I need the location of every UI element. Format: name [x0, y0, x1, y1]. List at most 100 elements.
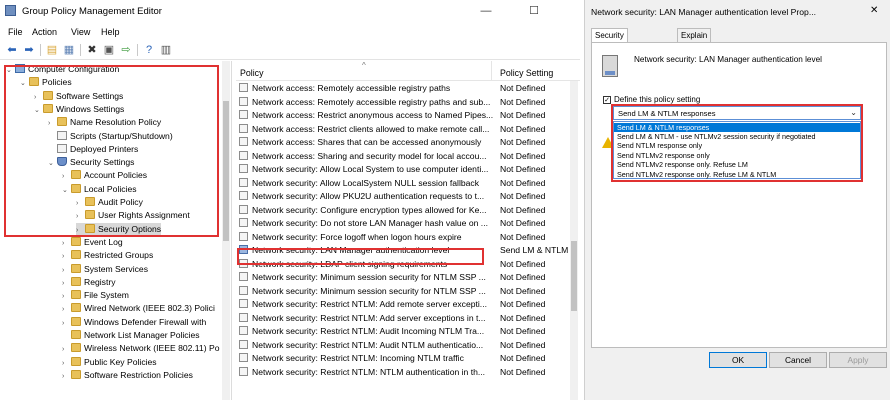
- chevron-right-icon[interactable]: ›: [62, 264, 71, 277]
- table-row[interactable]: Network security: Do not store LAN Manag…: [236, 217, 568, 231]
- minimize-button[interactable]: —: [468, 2, 504, 20]
- table-row[interactable]: Network security: Restrict NTLM: Add rem…: [236, 298, 568, 312]
- table-row[interactable]: Network security: Restrict NTLM: Incomin…: [236, 352, 568, 366]
- ok-button[interactable]: OK: [709, 352, 767, 368]
- table-row[interactable]: Network security: Minimum session securi…: [236, 271, 568, 285]
- tree-item-label: File System: [84, 290, 129, 301]
- tree-scrollbar[interactable]: [222, 61, 230, 400]
- tree-item[interactable]: › Restricted Groups: [62, 249, 153, 262]
- folder-icon: [71, 263, 81, 273]
- apply-button[interactable]: Apply: [829, 352, 887, 368]
- tree-item[interactable]: › Registry: [62, 276, 116, 289]
- chevron-right-icon[interactable]: ›: [62, 317, 71, 330]
- show-hide-tree-icon[interactable]: ▦: [62, 43, 76, 57]
- table-row[interactable]: Network access: Remotely accessible regi…: [236, 82, 568, 96]
- policy-icon: [239, 123, 248, 133]
- table-row[interactable]: Network access: Restrict clients allowed…: [236, 123, 568, 137]
- up-folder-icon[interactable]: ▤: [45, 43, 59, 57]
- tree-item[interactable]: › Wired Network (IEEE 802.3) Polici: [62, 302, 215, 315]
- tree-scrollbar-thumb[interactable]: [223, 101, 229, 241]
- tree-item[interactable]: › System Services: [62, 263, 148, 276]
- table-row[interactable]: Network security: Restrict NTLM: Audit I…: [236, 325, 568, 339]
- tree-item[interactable]: › Windows Defender Firewall with: [62, 316, 206, 329]
- folder-icon: [71, 356, 81, 366]
- chevron-right-icon[interactable]: ›: [62, 370, 71, 383]
- menu-help[interactable]: Help: [101, 27, 120, 37]
- dialog-close-button[interactable]: ✕: [870, 5, 878, 16]
- policy-cell: Network security: Restrict NTLM: Audit N…: [239, 339, 495, 353]
- policy-cell: Network security: Restrict NTLM: Add rem…: [239, 298, 495, 312]
- chevron-right-icon[interactable]: ›: [62, 303, 71, 316]
- toolbar-separator: [40, 44, 41, 56]
- policy-name: Network security: Minimum session securi…: [252, 272, 486, 282]
- policy-name: Network security: Allow PKU2U authentica…: [252, 191, 485, 201]
- table-row[interactable]: Network security: Configure encryption t…: [236, 204, 568, 218]
- policy-setting: Send LM & NTLM: [500, 245, 569, 255]
- policy-setting: Not Defined: [500, 191, 546, 201]
- column-header-policy[interactable]: Policy: [240, 68, 263, 78]
- table-row[interactable]: Network security: Allow LocalSystem NULL…: [236, 177, 568, 191]
- menu-file[interactable]: File: [8, 27, 23, 37]
- policy-setting: Not Defined: [500, 312, 546, 323]
- window-title: Group Policy Management Editor: [22, 6, 162, 17]
- chevron-right-icon[interactable]: ›: [62, 250, 71, 263]
- table-row[interactable]: Network security: Allow PKU2U authentica…: [236, 190, 568, 204]
- tab-security-policy-setting[interactable]: Security Policy Setting: [591, 28, 628, 66]
- tree-item[interactable]: › Public Key Policies: [62, 356, 157, 369]
- table-row[interactable]: Network security: Restrict NTLM: Add ser…: [236, 312, 568, 326]
- tree-item[interactable]: › Software Restriction Policies: [62, 369, 193, 382]
- table-row[interactable]: Network security: Restrict NTLM: NTLM au…: [236, 366, 568, 380]
- help-icon[interactable]: ?: [142, 43, 156, 57]
- define-policy-checkbox[interactable]: ✓: [603, 96, 611, 104]
- policy-cell: Network security: Restrict NTLM: NTLM au…: [239, 366, 495, 380]
- folder-icon: [71, 276, 81, 286]
- maximize-button[interactable]: ☐: [516, 2, 552, 20]
- list-scrollbar[interactable]: [570, 81, 578, 400]
- chevron-right-icon[interactable]: ›: [62, 357, 71, 370]
- table-row[interactable]: Network security: Allow Local System to …: [236, 163, 568, 177]
- back-arrow-icon[interactable]: ⬅: [5, 43, 19, 57]
- cancel-button[interactable]: Cancel: [769, 352, 827, 368]
- tab-explain[interactable]: Explain: [677, 28, 712, 42]
- table-row[interactable]: Network access: Sharing and security mod…: [236, 150, 568, 164]
- table-row[interactable]: Network security: Minimum session securi…: [236, 285, 568, 299]
- menu-action[interactable]: Action: [32, 27, 57, 37]
- menu-view[interactable]: View: [71, 27, 90, 37]
- table-row[interactable]: Network security: Restrict NTLM: Audit N…: [236, 339, 568, 353]
- table-row[interactable]: Network access: Restrict anonymous acces…: [236, 109, 568, 123]
- policy-setting: Not Defined: [500, 231, 546, 242]
- column-header-setting[interactable]: Policy Setting: [500, 68, 553, 78]
- policy-setting: Not Defined: [500, 137, 546, 147]
- table-row[interactable]: Network access: Shares that can be acces…: [236, 136, 568, 150]
- properties-icon[interactable]: ▣: [102, 43, 116, 57]
- policy-name: Network security: Restrict NTLM: Add ser…: [252, 312, 486, 323]
- tree-item[interactable]: › Wireless Network (IEEE 802.11) Po: [62, 342, 219, 355]
- list-header: Policy ^ Policy Setting: [236, 61, 580, 81]
- tree-item[interactable]: › File System: [62, 289, 129, 302]
- chevron-right-icon[interactable]: ›: [62, 237, 71, 250]
- folder-icon: [71, 290, 81, 300]
- policy-cell: Network access: Remotely accessible regi…: [239, 82, 495, 96]
- column-divider[interactable]: [491, 61, 492, 81]
- policy-icon: [239, 191, 248, 200]
- policy-name: Network security: Minimum session securi…: [252, 285, 486, 296]
- chevron-right-icon[interactable]: ›: [62, 343, 71, 356]
- define-policy-label: Define this policy setting: [614, 95, 701, 104]
- policy-name: Network security: Do not store LAN Manag…: [252, 218, 488, 228]
- toolbar-separator: [80, 44, 81, 56]
- forward-arrow-icon[interactable]: ➡: [22, 43, 36, 57]
- delete-icon[interactable]: ✖: [85, 43, 99, 57]
- list-scrollbar-thumb[interactable]: [571, 241, 577, 311]
- tree-item[interactable]: › Event Log: [62, 236, 123, 249]
- tree-item[interactable]: Network List Manager Policies: [62, 329, 200, 342]
- tree-item-label: System Services: [84, 263, 148, 274]
- export-list-icon[interactable]: ⇨: [119, 43, 133, 57]
- policy-name: Network security: Restrict NTLM: Incomin…: [252, 353, 464, 363]
- policy-name: Network access: Restrict clients allowed…: [252, 123, 490, 134]
- table-row[interactable]: Network access: Remotely accessible regi…: [236, 96, 568, 110]
- view-icon[interactable]: ▥: [159, 43, 173, 57]
- table-row[interactable]: Network security: Force logoff when logo…: [236, 231, 568, 245]
- chevron-right-icon[interactable]: ›: [62, 290, 71, 303]
- chevron-right-icon[interactable]: ›: [62, 277, 71, 290]
- policy-cell: Network security: Do not store LAN Manag…: [239, 217, 495, 231]
